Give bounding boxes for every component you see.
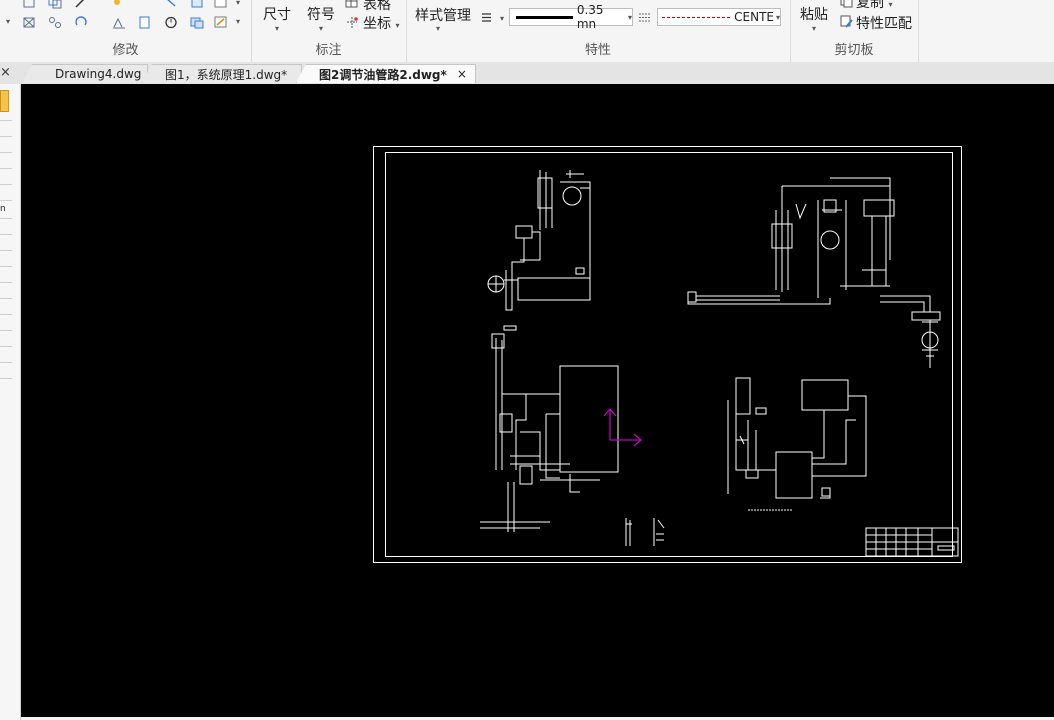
symbol-label: 符号 <box>307 7 335 23</box>
extend-icon[interactable] <box>164 0 178 9</box>
table-button[interactable]: 表格 <box>363 0 391 14</box>
lineweight-value: 0.35 mn <box>576 3 604 31</box>
bottom-right-assembly <box>727 377 867 511</box>
chamfer-icon[interactable] <box>190 16 204 29</box>
match-properties-icon[interactable] <box>840 15 854 28</box>
drawing-content <box>373 146 962 563</box>
annotation-group-label: 标注 <box>315 43 342 58</box>
style-manager-button[interactable]: 样式管理 <box>415 5 471 25</box>
lineweight-swatch <box>516 15 573 19</box>
properties-group-label: 特性 <box>584 43 611 58</box>
palette-tool-icon[interactable] <box>0 90 9 112</box>
coordinate-label: 坐标 <box>363 16 391 32</box>
table-icon[interactable] <box>345 0 359 9</box>
top-right-assembly <box>687 177 941 368</box>
clipboard-group-label: 剪切板 <box>834 43 874 58</box>
left-palette-strip: n <box>0 84 21 720</box>
linetype-value: CENTE <box>734 10 774 24</box>
ribbon: ▾ ▾ ▾ 修改 尺寸 ▾ 符号 ▾ 表格 坐标 ▾ 标注 样式管理 ▾ ▾ 0… <box>0 0 1054 63</box>
tab-close-icon[interactable]: × <box>457 67 467 81</box>
bottom-middle-symbols <box>625 518 665 546</box>
linetype-swatch <box>662 16 731 18</box>
clipboard-group: 粘贴 ▾ 复制 ▾ 特性匹配 剪切板 <box>790 0 919 62</box>
annotation-group: 尺寸 ▾ 符号 ▾ 表格 坐标 ▾ 标注 <box>251 0 407 62</box>
modify-group-label: 修改 <box>112 43 139 58</box>
table-label: 表格 <box>363 0 391 13</box>
tab-label: 图1，系统原理1.dwg* <box>165 67 288 82</box>
hatch-edit-icon[interactable] <box>214 16 228 29</box>
properties-group: 样式管理 ▾ ▾ 0.35 mn ▾ CENTE ▾ 特性 <box>406 0 791 62</box>
linetype-select[interactable]: CENTE ▾ <box>657 8 781 26</box>
panel-close-icon[interactable]: × <box>0 65 11 80</box>
symbol-button[interactable]: 符号 <box>307 4 335 24</box>
modify-group: ▾ ▾ ▾ 修改 <box>0 0 252 62</box>
trim-icon[interactable] <box>112 0 126 9</box>
coordinate-button[interactable]: 坐标 ▾ <box>363 13 399 33</box>
palette-input-fragment[interactable]: n <box>0 204 6 214</box>
move-icon[interactable] <box>22 0 36 9</box>
sheet-outer-border <box>373 146 962 563</box>
copy-icon[interactable] <box>840 0 854 8</box>
lineweight-select[interactable]: 0.35 mn ▾ <box>509 3 633 31</box>
tab-system-principle[interactable]: 图1，系统原理1.dwg* <box>142 64 302 83</box>
match-properties-label: 特性匹配 <box>856 16 912 32</box>
document-tab-bar: × Drawing4.dwg 图1，系统原理1.dwg* 图2调节油管路2.dw… <box>0 62 1054 85</box>
break-icon[interactable] <box>164 16 178 29</box>
stretch-icon[interactable] <box>74 0 88 9</box>
rotate-icon[interactable] <box>74 16 88 29</box>
match-properties-button[interactable]: 特性匹配 <box>856 13 912 33</box>
tab-drawing4[interactable]: Drawing4.dwg <box>22 64 148 83</box>
copy-objects-icon[interactable] <box>48 0 62 9</box>
top-left-assembly <box>487 170 591 311</box>
coordinate-icon[interactable] <box>345 16 359 29</box>
linetype-icon <box>638 11 652 24</box>
lineweight-icon <box>480 11 494 24</box>
paste-label: 粘贴 <box>800 7 828 23</box>
copy-label: 复制 <box>856 0 884 11</box>
copy-button[interactable]: 复制 ▾ <box>856 0 892 12</box>
style-manager-label: 样式管理 <box>415 8 471 24</box>
title-block <box>865 527 959 557</box>
sheet-inner-border <box>385 152 953 557</box>
dimension-button[interactable]: 尺寸 <box>263 4 291 24</box>
drawing-canvas[interactable] <box>21 84 1054 717</box>
explode-icon[interactable] <box>48 16 62 29</box>
mirror-icon[interactable] <box>22 16 36 29</box>
bottom-left-assembly <box>480 325 619 532</box>
tab-label: 图2调节油管路2.dwg* <box>319 67 447 82</box>
array-icon[interactable] <box>214 0 228 9</box>
tab-label: Drawing4.dwg <box>55 67 142 81</box>
offset-icon[interactable] <box>112 16 126 29</box>
scale-icon[interactable] <box>138 16 152 29</box>
dimension-label: 尺寸 <box>263 7 291 23</box>
ucs-icon <box>603 408 642 447</box>
tab-oil-pipeline[interactable]: 图2调节油管路2.dwg* × <box>296 64 476 83</box>
paste-button[interactable]: 粘贴 <box>800 4 828 24</box>
fillet-icon[interactable] <box>190 0 204 9</box>
